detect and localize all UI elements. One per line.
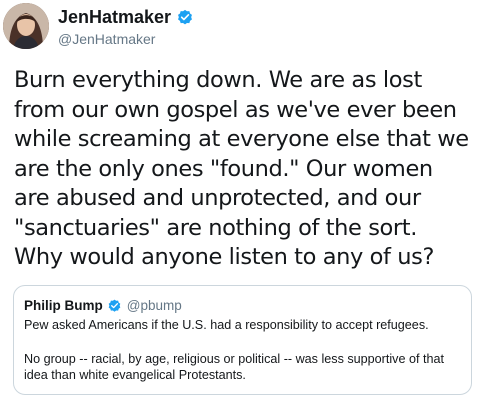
- quoted-paragraph-line: idea than white evangelical Protestants.: [24, 368, 246, 382]
- tweet-text-line: Burn everything down. We are as lost: [14, 67, 422, 93]
- author-block: JenHatmaker @JenHatmaker: [58, 5, 194, 48]
- quoted-display-name: Philip Bump: [24, 297, 103, 313]
- tweet-text-line: are the only ones "found." Our women: [14, 155, 433, 182]
- tweet-text-line: Why would anyone listen to any of us?: [14, 244, 434, 270]
- tweet-text-line: "sanctuaries" are nothing of the sort.: [14, 214, 417, 241]
- display-name-row: JenHatmaker: [58, 5, 194, 29]
- author-handle[interactable]: @JenHatmaker: [58, 30, 194, 48]
- tweet-header: JenHatmaker @JenHatmaker: [3, 3, 473, 51]
- quoted-tweet-header: Philip Bump @pbump: [24, 296, 182, 314]
- quoted-paragraph: Pew asked Americans if the U.S. had a re…: [24, 318, 429, 332]
- quoted-tweet-text: Pew asked Americans if the U.S. had a re…: [24, 317, 464, 384]
- tweet-text: Burn everything down. We are as lost fro…: [14, 66, 484, 273]
- tweet-text-line: from our own gospel as we've ever been: [14, 96, 457, 123]
- quoted-tweet-card[interactable]: Philip Bump @pbump Pew asked Americans i…: [13, 285, 472, 395]
- tweet-text-line: while screaming at everyone else that we: [14, 126, 469, 152]
- quoted-handle: @pbump: [126, 297, 182, 313]
- avatar[interactable]: [3, 3, 49, 49]
- verified-badge-icon: [107, 298, 122, 313]
- quoted-paragraph-line: No group -- racial, by age, religious or…: [24, 351, 444, 366]
- display-name[interactable]: JenHatmaker: [58, 5, 171, 29]
- verified-badge-icon: [176, 8, 194, 26]
- tweet-text-line: are abused and unprotected, and our: [14, 185, 421, 211]
